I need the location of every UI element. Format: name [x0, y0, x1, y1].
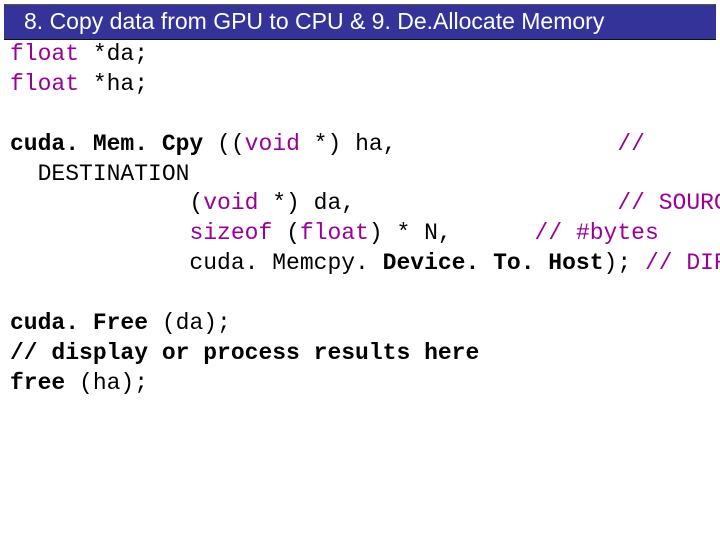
func-cudamemcpy: cuda. Mem. Cpy — [10, 131, 203, 157]
slide-title: 8. Copy data from GPU to CPU & 9. De.All… — [24, 8, 604, 34]
title-bar: 8. Copy data from GPU to CPU & 9. De.All… — [4, 4, 716, 40]
code-text: ); — [604, 250, 645, 276]
code-text: ( — [10, 190, 203, 216]
code-text: (da); — [148, 310, 231, 336]
code-text: *) da, — [258, 190, 617, 216]
keyword-void: void — [203, 190, 258, 216]
code-text: ) * N, — [369, 220, 535, 246]
code-text — [10, 220, 189, 246]
code-text: (( — [203, 131, 244, 157]
comment-direction: // DIRECTION — [645, 250, 720, 276]
comment-slashes: // — [617, 131, 645, 157]
keyword-float: float — [10, 71, 79, 97]
comment-source: // SOURCE — [617, 190, 720, 216]
func-cudafree: cuda. Free — [10, 310, 148, 336]
code-block: float *da; float *ha; cuda. Mem. Cpy ((v… — [0, 40, 720, 399]
code-text: ( — [272, 220, 300, 246]
code-text: *ha; — [79, 71, 148, 97]
comment-display: // display or process results here — [10, 340, 479, 366]
func-free: free — [10, 370, 65, 396]
keyword-float: float — [10, 41, 79, 67]
keyword-float: float — [300, 220, 369, 246]
code-text: cuda. Memcpy. — [10, 250, 383, 276]
keyword-sizeof: sizeof — [189, 220, 272, 246]
code-text: *da; — [79, 41, 148, 67]
keyword-void: void — [245, 131, 300, 157]
enum-devicetohost: Device. To. Host — [383, 250, 604, 276]
code-text: (ha); — [65, 370, 148, 396]
code-text: *) ha, — [300, 131, 617, 157]
code-text: DESTINATION — [10, 161, 189, 187]
comment-bytes: // #bytes — [535, 220, 659, 246]
